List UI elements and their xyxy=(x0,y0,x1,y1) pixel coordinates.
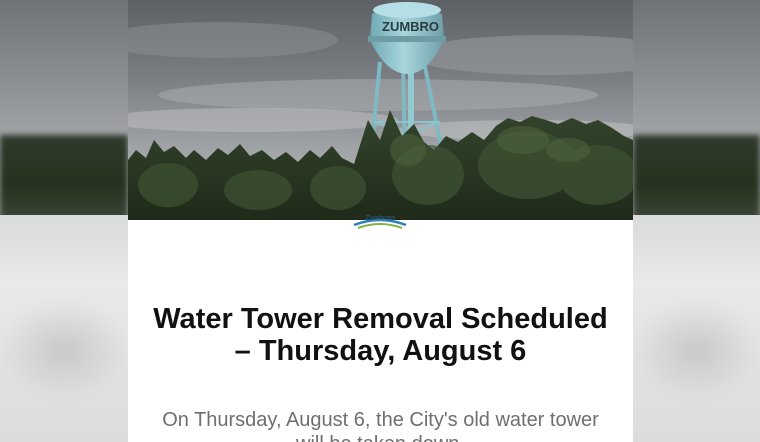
blurred-backdrop-right xyxy=(633,0,760,442)
hero-photo-water-tower: ZUMBRO xyxy=(128,0,633,220)
logo-lettering: Zumbrota xyxy=(364,215,395,222)
article-title[interactable]: Water Tower Removal Scheduled – Thursday… xyxy=(148,303,613,367)
article-card[interactable]: ZUMBRO Zumbrota Water Tower Removal Sche… xyxy=(128,0,633,442)
blurred-backdrop-left xyxy=(0,0,128,442)
article-summary: On Thursday, August 6, the City's old wa… xyxy=(162,409,599,442)
city-logo: Zumbrota xyxy=(350,207,410,231)
page-canvas: ZUMBRO Zumbrota Water Tower Removal Sche… xyxy=(0,0,760,442)
tower-lettering: ZUMBRO xyxy=(382,19,439,34)
